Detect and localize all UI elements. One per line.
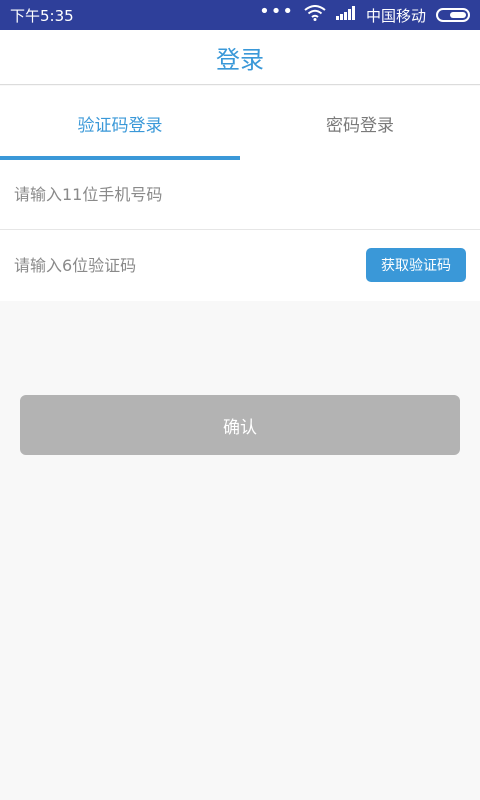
- login-tabs: 验证码登录 密码登录: [0, 86, 480, 160]
- code-input[interactable]: [14, 255, 366, 275]
- signal-icon: [335, 6, 356, 24]
- battery-icon: [436, 8, 470, 22]
- status-bar: 下午5:35 ••• 中国移动: [0, 0, 480, 30]
- header-bar: 登录: [0, 30, 480, 85]
- page-title: 登录: [216, 45, 264, 74]
- phone-row: [0, 160, 480, 230]
- battery-level: [450, 12, 466, 18]
- carrier-name: 中国移动: [365, 6, 426, 25]
- wifi-icon: [304, 5, 326, 25]
- confirm-button[interactable]: 确认: [20, 395, 460, 455]
- phone-input[interactable]: [14, 185, 466, 204]
- code-row: 获取验证码: [0, 230, 480, 300]
- tab-sms-code-login[interactable]: 验证码登录: [0, 86, 240, 160]
- status-time: 下午5:35: [10, 6, 74, 25]
- get-code-button[interactable]: 获取验证码: [366, 248, 466, 282]
- status-icons: ••• 中国移动: [259, 1, 470, 26]
- more-dots-icon: •••: [259, 1, 294, 22]
- tab-password-login[interactable]: 密码登录: [240, 86, 480, 160]
- login-form: 获取验证码: [0, 160, 480, 301]
